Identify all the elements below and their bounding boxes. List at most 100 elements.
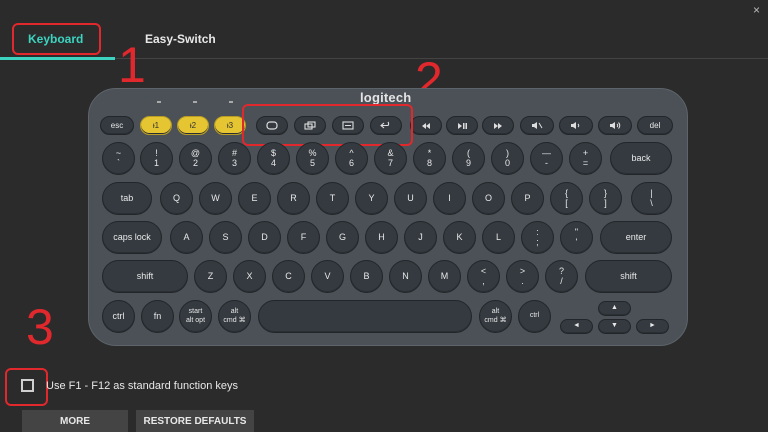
key-equals[interactable]: + = xyxy=(569,142,602,175)
key-next-track[interactable] xyxy=(482,116,514,135)
key-arrow-left[interactable]: ◄ xyxy=(560,319,593,334)
key-y[interactable]: Y xyxy=(355,182,388,215)
key-alt-cmd-left[interactable]: alt cmd ⌘ xyxy=(218,300,251,333)
key-label: ctrl xyxy=(529,312,540,320)
key-caps-lock[interactable]: caps lock xyxy=(102,221,162,254)
key-del[interactable]: del xyxy=(637,116,673,135)
key-grave[interactable]: ~ ` xyxy=(102,142,135,175)
key-label: esc xyxy=(110,121,124,130)
led-indicator xyxy=(229,101,233,103)
key-shift-left[interactable]: shift xyxy=(102,260,188,293)
key-8[interactable]: * 8 xyxy=(413,142,446,175)
key-left-bracket[interactable]: { [ xyxy=(550,182,583,215)
key-label: back xyxy=(631,152,651,163)
key-d[interactable]: D xyxy=(248,221,281,254)
key-label: C xyxy=(285,270,292,281)
key-backslash[interactable]: | \ xyxy=(631,182,672,215)
key-ctrl-right[interactable]: ctrl xyxy=(518,300,551,333)
key-1[interactable]: ! 1 xyxy=(140,142,173,175)
key-minus[interactable]: — - xyxy=(530,142,563,175)
key-5[interactable]: % 5 xyxy=(296,142,329,175)
key-backspace[interactable]: back xyxy=(610,142,672,175)
key-z[interactable]: Z xyxy=(194,260,227,293)
key-label: I xyxy=(448,192,451,203)
key-arrow-up[interactable]: ▲ xyxy=(598,301,631,316)
key-q[interactable]: Q xyxy=(160,182,193,215)
key-mute[interactable] xyxy=(520,116,554,135)
key-right-bracket[interactable]: } ] xyxy=(589,182,622,215)
highlight-box-keyboard-tab xyxy=(12,23,101,55)
key-e[interactable]: E xyxy=(238,182,271,215)
key-w[interactable]: W xyxy=(199,182,232,215)
key-3[interactable]: # 3 xyxy=(218,142,251,175)
key-a[interactable]: A xyxy=(170,221,203,254)
key-arrow-down[interactable]: ▼ xyxy=(598,319,631,334)
key-x[interactable]: X xyxy=(233,260,266,293)
key-label: B xyxy=(363,270,370,281)
key-start-alt[interactable]: start alt opt xyxy=(179,300,212,333)
key-label: ctrl xyxy=(112,310,125,321)
more-button[interactable]: MORE xyxy=(22,410,128,432)
key-volume-up[interactable] xyxy=(598,116,632,135)
key-label: % 5 xyxy=(308,147,317,168)
key-easy-switch-2[interactable]: ᵻ2 xyxy=(177,116,209,135)
key-label: D xyxy=(261,231,268,242)
key-g[interactable]: G xyxy=(326,221,359,254)
key-9[interactable]: ( 9 xyxy=(452,142,485,175)
key-fn[interactable]: fn xyxy=(141,300,174,333)
key-label: ᵻ1 xyxy=(152,121,160,130)
key-easy-switch-1[interactable]: ᵻ1 xyxy=(140,116,172,135)
f-keys-checkbox[interactable] xyxy=(21,379,34,392)
key-label: W xyxy=(211,192,220,203)
key-0[interactable]: ) 0 xyxy=(491,142,524,175)
key-s[interactable]: S xyxy=(209,221,242,254)
key-f[interactable]: F xyxy=(287,221,320,254)
key-7[interactable]: & 7 xyxy=(374,142,407,175)
key-2[interactable]: @ 2 xyxy=(179,142,212,175)
key-previous-track[interactable] xyxy=(410,116,442,135)
key-comma[interactable]: < , xyxy=(467,260,500,293)
restore-defaults-button[interactable]: RESTORE DEFAULTS xyxy=(136,410,254,432)
key-tab[interactable]: tab xyxy=(102,182,152,215)
key-esc[interactable]: esc xyxy=(100,116,134,135)
brand-logo: logitech xyxy=(360,90,412,105)
key-semicolon[interactable]: : ; xyxy=(521,221,554,254)
key-b[interactable]: B xyxy=(350,260,383,293)
key-t[interactable]: T xyxy=(316,182,349,215)
key-label: " ' xyxy=(574,226,579,247)
key-shift-right[interactable]: shift xyxy=(585,260,672,293)
close-icon[interactable]: × xyxy=(753,3,760,17)
key-volume-down[interactable] xyxy=(559,116,593,135)
key-space[interactable] xyxy=(258,300,472,333)
key-k[interactable]: K xyxy=(443,221,476,254)
key-6[interactable]: ^ 6 xyxy=(335,142,368,175)
key-ctrl-left[interactable]: ctrl xyxy=(102,300,135,333)
key-c[interactable]: C xyxy=(272,260,305,293)
key-label: ~ ` xyxy=(115,147,122,168)
key-quote[interactable]: " ' xyxy=(560,221,593,254)
key-u[interactable]: U xyxy=(394,182,427,215)
key-label: del xyxy=(649,121,661,130)
tab-easy-switch[interactable]: Easy-Switch xyxy=(145,32,216,46)
key-o[interactable]: O xyxy=(472,182,505,215)
key-play-pause[interactable] xyxy=(446,116,478,135)
key-r[interactable]: R xyxy=(277,182,310,215)
key-arrow-right[interactable]: ► xyxy=(636,319,669,334)
key-period[interactable]: > . xyxy=(506,260,539,293)
key-label: E xyxy=(251,192,258,203)
key-v[interactable]: V xyxy=(311,260,344,293)
key-h[interactable]: H xyxy=(365,221,398,254)
key-n[interactable]: N xyxy=(389,260,422,293)
key-alt-cmd-right[interactable]: alt cmd ⌘ xyxy=(479,300,512,333)
key-label: ᵻ2 xyxy=(189,121,197,130)
key-4[interactable]: $ 4 xyxy=(257,142,290,175)
key-p[interactable]: P xyxy=(511,182,544,215)
key-i[interactable]: I xyxy=(433,182,466,215)
key-j[interactable]: J xyxy=(404,221,437,254)
key-slash[interactable]: ? / xyxy=(545,260,578,293)
key-m[interactable]: M xyxy=(428,260,461,293)
key-enter[interactable]: enter xyxy=(600,221,672,254)
key-l[interactable]: L xyxy=(482,221,515,254)
key-label: H xyxy=(378,231,385,242)
key-label: S xyxy=(222,231,229,242)
